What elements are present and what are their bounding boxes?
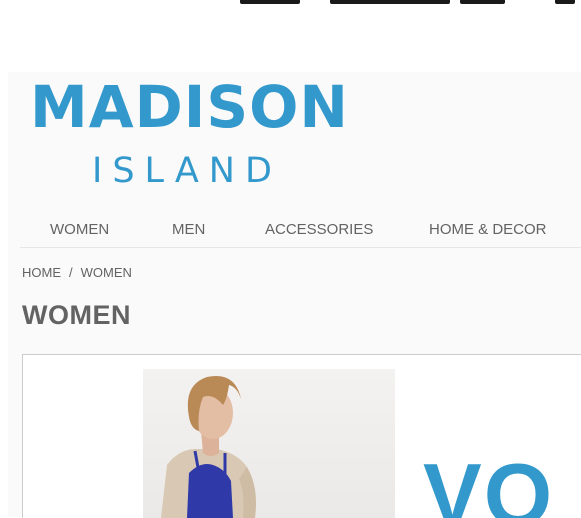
cropped-text-fragment <box>330 0 450 4</box>
cropped-text-fragment <box>460 0 505 4</box>
model-illustration <box>161 375 256 518</box>
nav-item-men[interactable]: MEN <box>172 221 205 238</box>
madison-island-logo[interactable]: MADISON ISLAND <box>30 73 349 189</box>
breadcrumb: HOME / WOMEN <box>22 265 132 280</box>
store-page: MADISON ISLAND WOMEN MEN ACCESSORIES HOM… <box>8 72 581 518</box>
cropped-text-fragment <box>240 0 300 4</box>
nav-item-home-decor[interactable]: HOME & DECOR <box>429 221 547 238</box>
nav-item-accessories[interactable]: ACCESSORIES <box>265 221 373 238</box>
logo-name-line1: MADISON <box>30 73 349 141</box>
breadcrumb-separator: / <box>69 265 73 280</box>
breadcrumb-home-link[interactable]: HOME <box>22 265 61 280</box>
breadcrumb-current: WOMEN <box>80 265 132 280</box>
logo-name-line2: ISLAND <box>92 151 282 191</box>
page-title: WOMEN <box>22 300 131 330</box>
hero-model-photo <box>143 369 395 518</box>
category-hero-banner[interactable]: VO <box>22 354 581 518</box>
cropped-text-fragment <box>555 0 575 4</box>
nav-item-women[interactable]: WOMEN <box>50 221 109 238</box>
hero-overlay-text: VO <box>423 445 555 518</box>
main-navigation: WOMEN MEN ACCESSORIES HOME & DECOR <box>20 212 581 248</box>
top-cropped-strip <box>0 0 581 14</box>
